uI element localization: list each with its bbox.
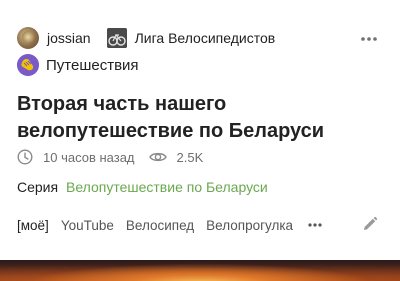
primary-tag-label: Путешествия <box>46 56 139 74</box>
post-cover-image[interactable] <box>0 260 400 281</box>
tag-moe[interactable]: [моё] <box>17 218 49 233</box>
community-avatar[interactable] <box>106 28 127 48</box>
more-tags-icon[interactable] <box>307 217 323 233</box>
post-views: 2.5K <box>176 149 204 165</box>
post-title[interactable]: Вторая часть нашего велопутешествие по Б… <box>17 91 387 145</box>
post-time: 10 часов назад <box>43 149 135 165</box>
community-name[interactable]: Лига Велосипедистов <box>135 30 276 46</box>
series-label: Серия <box>17 179 59 195</box>
primary-tag[interactable]: Путешествия <box>17 52 139 78</box>
series-info: Серия Велопутешествие по Беларуси <box>17 179 268 195</box>
clock-icon <box>17 149 33 165</box>
post-tags: [моё] YouTube Велосипед Велопрогулка <box>17 215 323 235</box>
post-card: jossian Лига Велосипедистов Путешествия … <box>0 0 400 281</box>
series-link[interactable]: Велопутешествие по Беларуси <box>66 179 268 195</box>
more-horizontal-icon[interactable] <box>360 30 378 48</box>
pencil-icon[interactable] <box>362 216 378 232</box>
tag-velosiped[interactable]: Велосипед <box>126 218 194 233</box>
tag-veloprogulka[interactable]: Велопрогулка <box>206 218 293 233</box>
tag-youtube[interactable]: YouTube <box>61 218 114 233</box>
post-stats: 10 часов назад 2.5K <box>17 147 203 167</box>
eye-icon <box>148 152 167 162</box>
author-name[interactable]: jossian <box>47 30 91 46</box>
post-meta: jossian Лига Велосипедистов <box>17 26 275 50</box>
travel-tag-icon <box>17 54 39 76</box>
author-avatar[interactable] <box>17 27 39 49</box>
